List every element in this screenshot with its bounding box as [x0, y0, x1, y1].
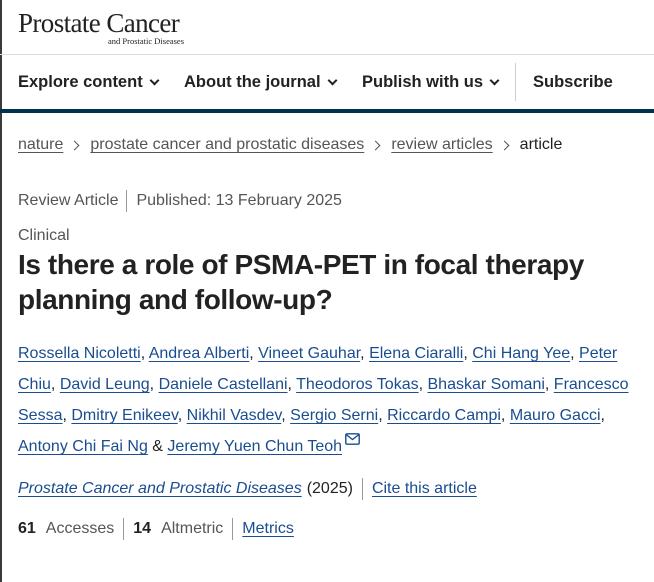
author-link[interactable]: Daniele Castellani [159, 376, 288, 393]
chevron-right-icon [370, 140, 381, 150]
author-separator: , [378, 407, 383, 424]
logo-main-text: Prostate Cancer [18, 8, 180, 38]
subscribe-button[interactable]: Subscribe [533, 55, 613, 109]
author-separator: , [140, 345, 146, 362]
nav-explore-content[interactable]: Explore content [18, 55, 160, 109]
chevron-down-icon [489, 75, 500, 85]
accesses-label: Accesses [45, 520, 115, 537]
breadcrumb-link-journal[interactable]: prostate cancer and prostatic diseases [90, 136, 364, 154]
author-separator: , [50, 376, 56, 393]
mail-icon[interactable] [345, 433, 360, 445]
author-link[interactable]: Andrea Alberti [149, 345, 250, 362]
author-separator: , [62, 407, 67, 424]
author-separator-and: & [152, 438, 163, 455]
journal-year: (2025) [306, 480, 353, 497]
author-link[interactable]: Nikhil Vasdev [187, 407, 282, 424]
author-list: Rossella Nicoletti, Andrea Alberti, Vine… [18, 338, 643, 462]
chevron-right-icon [69, 140, 80, 150]
nav-publish-with-us-label: Publish with us [362, 72, 484, 91]
nav-divider [515, 63, 516, 101]
author-link[interactable]: Jeremy Yuen Chun Teoh [167, 438, 342, 455]
article-metrics: 61 Accesses 14 Altmetric Metrics [18, 518, 294, 540]
author-link[interactable]: Mauro Gacci [510, 407, 601, 424]
logo-sub-text: and Prostatic Diseases [108, 36, 185, 46]
chevron-down-icon [327, 75, 338, 85]
author-separator: , [287, 376, 292, 393]
journal-name-link[interactable]: Prostate Cancer and Prostatic Diseases [18, 480, 302, 498]
author-link[interactable]: Riccardo Campi [387, 407, 501, 424]
author-separator: , [463, 345, 468, 362]
meta-divider [126, 190, 128, 212]
author-link[interactable]: Elena Ciaralli [369, 345, 463, 362]
metrics-divider [232, 518, 234, 540]
published-date: Published: 13 February 2025 [136, 192, 342, 209]
breadcrumb-link-review-articles[interactable]: review articles [391, 136, 492, 154]
nav-about-the-journal-label: About the journal [184, 72, 321, 91]
author-link[interactable]: Vineet Gauhar [258, 345, 360, 362]
article-meta: Review Article Published: 13 February 20… [18, 190, 342, 212]
author-link[interactable]: Chi Hang Yee [472, 345, 570, 362]
author-link[interactable]: Bhaskar Somani [428, 376, 545, 393]
altmetric-label: Altmetric [161, 520, 224, 537]
author-link[interactable]: Theodoros Tokas [296, 376, 418, 393]
breadcrumb: nature prostate cancer and prostatic dis… [18, 134, 562, 156]
journal-citation-line: Prostate Cancer and Prostatic Diseases (… [18, 478, 477, 500]
chevron-down-icon [149, 75, 160, 85]
author-link[interactable]: David Leung [60, 376, 150, 393]
breadcrumb-link-nature[interactable]: nature [18, 136, 63, 154]
chevron-right-icon [499, 140, 510, 150]
nav-accent-rule [0, 109, 654, 113]
author-separator: , [149, 376, 155, 393]
nav-publish-with-us[interactable]: Publish with us [362, 55, 500, 109]
nav-about-the-journal[interactable]: About the journal [184, 55, 338, 109]
journal-logo[interactable]: Prostate Cancer and Prostatic Diseases [18, 8, 258, 46]
author-separator: , [177, 407, 183, 424]
author-link[interactable]: Sergio Serni [290, 407, 378, 424]
metrics-divider [123, 518, 125, 540]
altmetric-count: 14 [133, 520, 152, 537]
author-separator: , [500, 407, 506, 424]
citation-divider [361, 478, 363, 500]
author-link[interactable]: Antony Chi Fai Ng [18, 438, 148, 455]
author-separator: , [570, 345, 575, 362]
author-separator: , [249, 345, 254, 362]
main-nav: Explore content About the journal Publis… [0, 55, 654, 109]
breadcrumb-current: article [519, 136, 563, 153]
author-link[interactable]: Rossella Nicoletti [18, 345, 141, 362]
author-separator: , [360, 345, 365, 362]
article-subject: Clinical [18, 227, 70, 244]
nav-explore-content-label: Explore content [18, 72, 143, 91]
author-separator: , [600, 407, 605, 424]
metrics-link[interactable]: Metrics [242, 520, 294, 538]
author-separator: , [281, 407, 286, 424]
author-separator: , [418, 376, 424, 393]
author-link[interactable]: Dmitry Enikeev [71, 407, 177, 424]
author-separator: , [544, 376, 550, 393]
cite-this-article-link[interactable]: Cite this article [372, 480, 477, 498]
article-type: Review Article [18, 192, 119, 209]
article-title: Is there a role of PSMA-PET in focal the… [18, 249, 584, 315]
accesses-count: 61 [18, 520, 36, 537]
